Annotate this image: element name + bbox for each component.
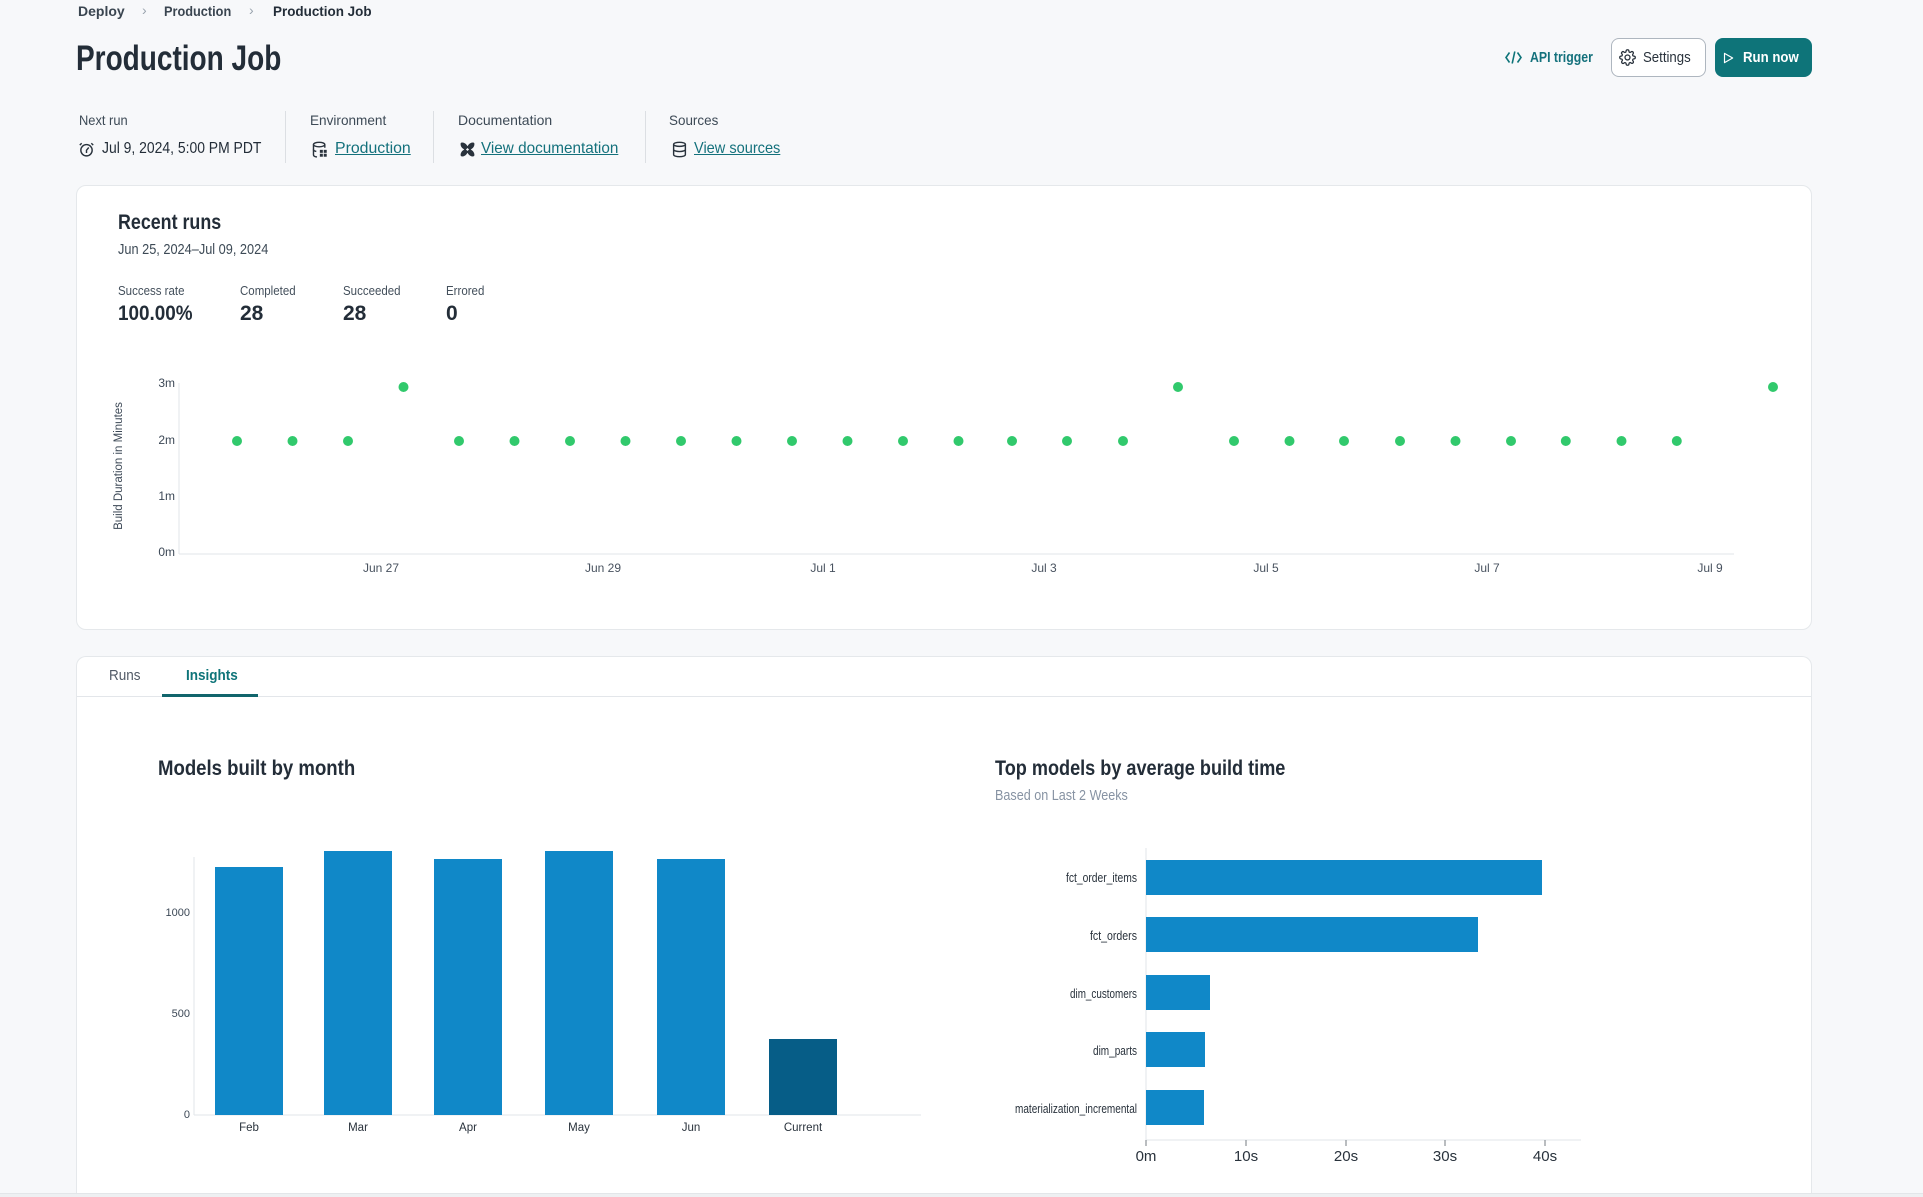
svg-text:3m: 3m: [158, 376, 175, 390]
svg-text:Jul 5: Jul 5: [1253, 561, 1279, 575]
svg-text:1000: 1000: [166, 907, 190, 919]
svg-text:Feb: Feb: [239, 1122, 259, 1134]
svg-text:40s: 40s: [1533, 1148, 1557, 1165]
svg-text:2m: 2m: [158, 433, 175, 447]
svg-text:May: May: [568, 1122, 590, 1134]
svg-text:materialization_incremental: materialization_incremental: [1015, 1102, 1137, 1116]
svg-text:Jun: Jun: [682, 1122, 701, 1134]
svg-text:Jul 1: Jul 1: [810, 561, 836, 575]
svg-text:Build Duration in Minutes: Build Duration in Minutes: [113, 402, 125, 530]
svg-text:Jul 3: Jul 3: [1031, 561, 1057, 575]
svg-text:Jul 9: Jul 9: [1697, 561, 1723, 575]
svg-text:Jun 27: Jun 27: [363, 561, 399, 575]
svg-text:Current: Current: [784, 1122, 823, 1134]
svg-text:0: 0: [184, 1109, 190, 1121]
svg-text:1m: 1m: [158, 489, 175, 503]
svg-text:0m: 0m: [158, 545, 175, 559]
svg-text:500: 500: [172, 1008, 190, 1020]
svg-text:Mar: Mar: [348, 1122, 368, 1134]
svg-text:20s: 20s: [1334, 1148, 1358, 1165]
svg-text:Jun 29: Jun 29: [585, 561, 621, 575]
svg-text:Apr: Apr: [459, 1122, 477, 1134]
svg-text:fct_order_items: fct_order_items: [1066, 871, 1137, 885]
svg-text:30s: 30s: [1433, 1148, 1457, 1165]
svg-text:fct_orders: fct_orders: [1090, 929, 1137, 943]
svg-text:dim_customers: dim_customers: [1070, 987, 1137, 1001]
svg-text:10s: 10s: [1234, 1148, 1258, 1165]
svg-text:Jul 7: Jul 7: [1474, 561, 1500, 575]
svg-text:0m: 0m: [1136, 1148, 1157, 1165]
svg-text:dim_parts: dim_parts: [1093, 1044, 1137, 1058]
